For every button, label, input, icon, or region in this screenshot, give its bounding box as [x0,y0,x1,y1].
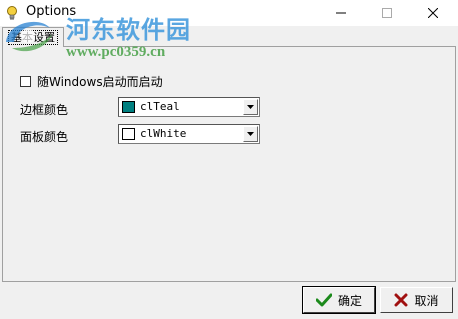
close-button[interactable] [410,0,456,26]
tab-basic-settings[interactable]: 基本设置 [2,27,64,47]
border-color-value: clTeal [140,100,180,113]
chevron-down-icon[interactable] [243,126,258,142]
cancel-button[interactable]: 取消 [380,287,453,313]
minimize-button[interactable] [318,0,364,26]
startup-checkbox-label: 随Windows启动而启动 [37,75,163,89]
chevron-down-icon[interactable] [243,99,258,115]
startup-checkbox-row[interactable]: 随Windows启动而启动 [20,73,163,90]
x-icon [394,293,408,307]
ok-button-label: 确定 [337,293,362,308]
border-color-select[interactable]: clTeal [118,97,260,117]
title-bar: Options [0,0,458,26]
ok-button[interactable]: 确定 [302,286,376,314]
panel-color-value: clWhite [140,127,187,140]
color-swatch [122,101,135,113]
panel-color-select[interactable]: clWhite [118,124,260,144]
maximize-button[interactable] [364,0,410,26]
cancel-button-label: 取消 [414,293,439,308]
window-title: Options [26,4,77,19]
border-color-label: 边框颜色 [20,103,69,117]
panel-color-label: 面板颜色 [20,130,69,144]
check-icon [315,293,332,307]
lightbulb-icon [4,5,20,21]
startup-checkbox[interactable] [20,76,31,87]
tab-label: 基本设置 [8,30,58,45]
color-swatch [122,128,135,140]
